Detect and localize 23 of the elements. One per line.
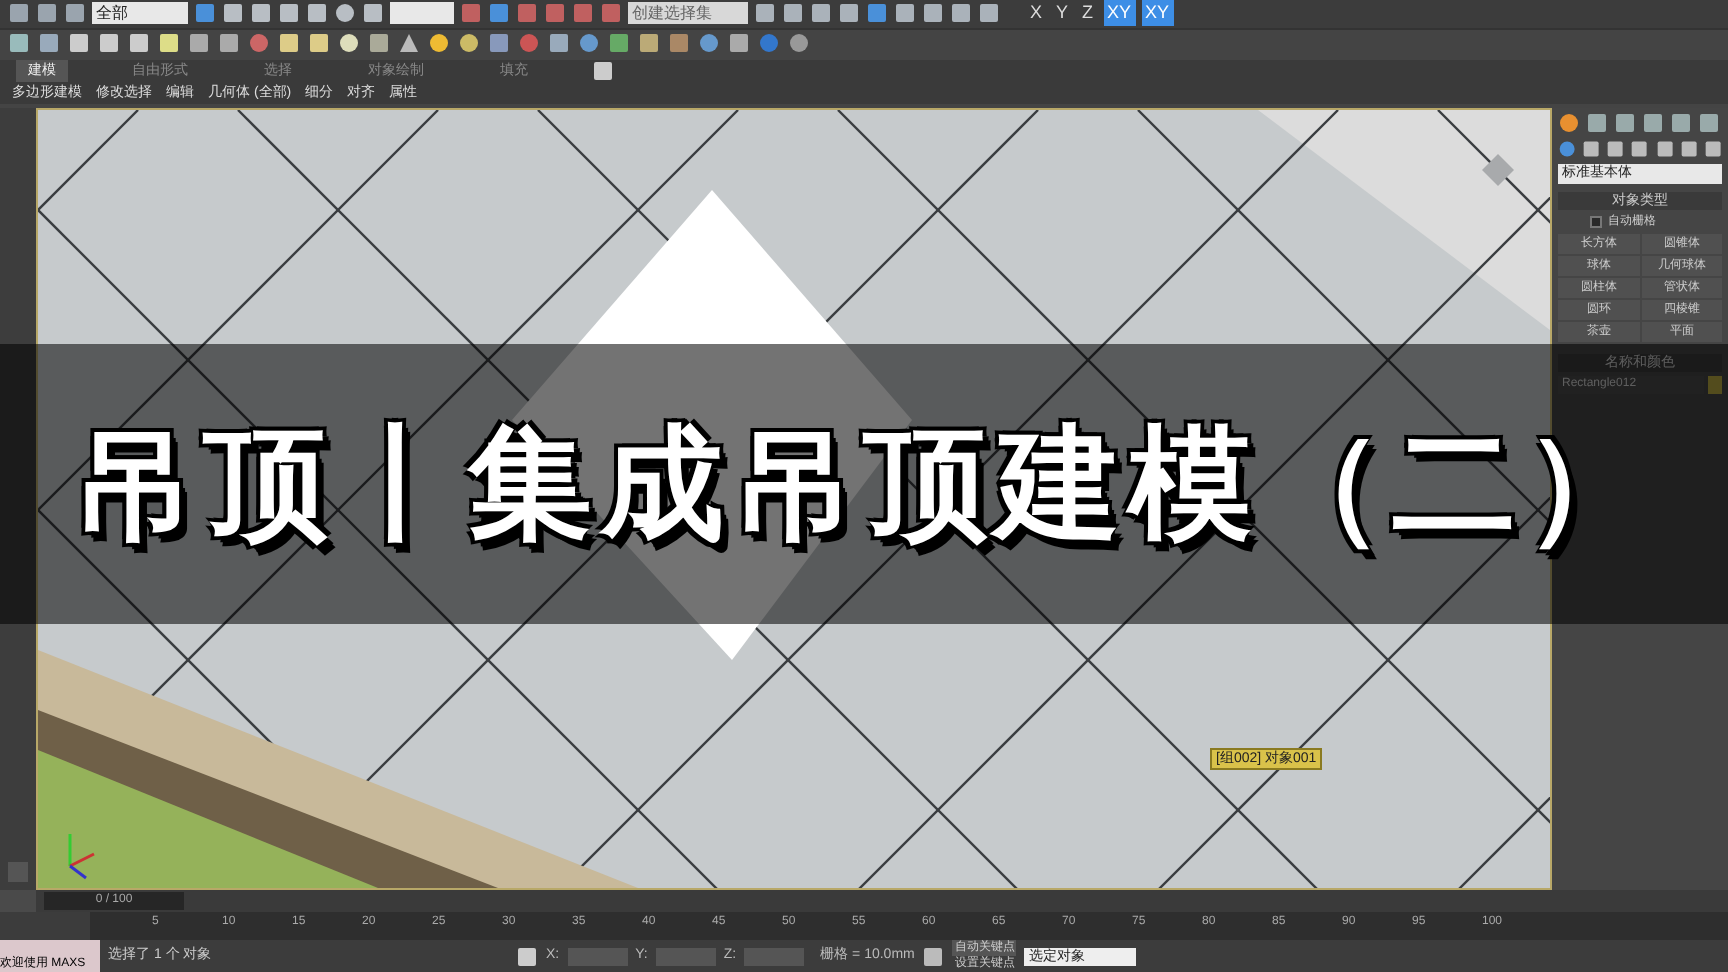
axis-button[interactable]: XY <box>1141 0 1174 27</box>
overlay-title: 吊顶丨集成吊顶建模（二） <box>72 413 1656 557</box>
coordinate-field[interactable] <box>655 947 716 965</box>
axis-tripod-icon <box>68 834 95 880</box>
axis-button[interactable]: X <box>1026 0 1047 27</box>
color-swatch[interactable] <box>1708 376 1722 394</box>
coordinate-field[interactable] <box>567 947 628 965</box>
disc-icon[interactable] <box>458 31 480 54</box>
sphere-icon[interactable] <box>248 31 270 54</box>
autogrid-checkbox[interactable] <box>1590 216 1602 228</box>
named-selection-field[interactable]: 创建选择集 <box>628 2 748 25</box>
coordinate-field[interactable] <box>744 947 805 965</box>
sphere-icon[interactable] <box>1558 138 1577 160</box>
sphere-icon[interactable] <box>698 31 720 54</box>
axis-button[interactable]: XY <box>1103 0 1136 27</box>
axis-button[interactable]: Y <box>1052 0 1073 27</box>
reference-dropdown[interactable] <box>390 2 454 25</box>
cone-icon[interactable] <box>398 31 420 54</box>
axis-button[interactable]: Z <box>1078 0 1098 27</box>
view-cube-icon[interactable] <box>1482 154 1514 186</box>
selection-filter-dropdown[interactable]: 全部 <box>92 2 188 25</box>
sphere-icon[interactable] <box>518 31 540 54</box>
circle-icon[interactable] <box>338 31 360 54</box>
